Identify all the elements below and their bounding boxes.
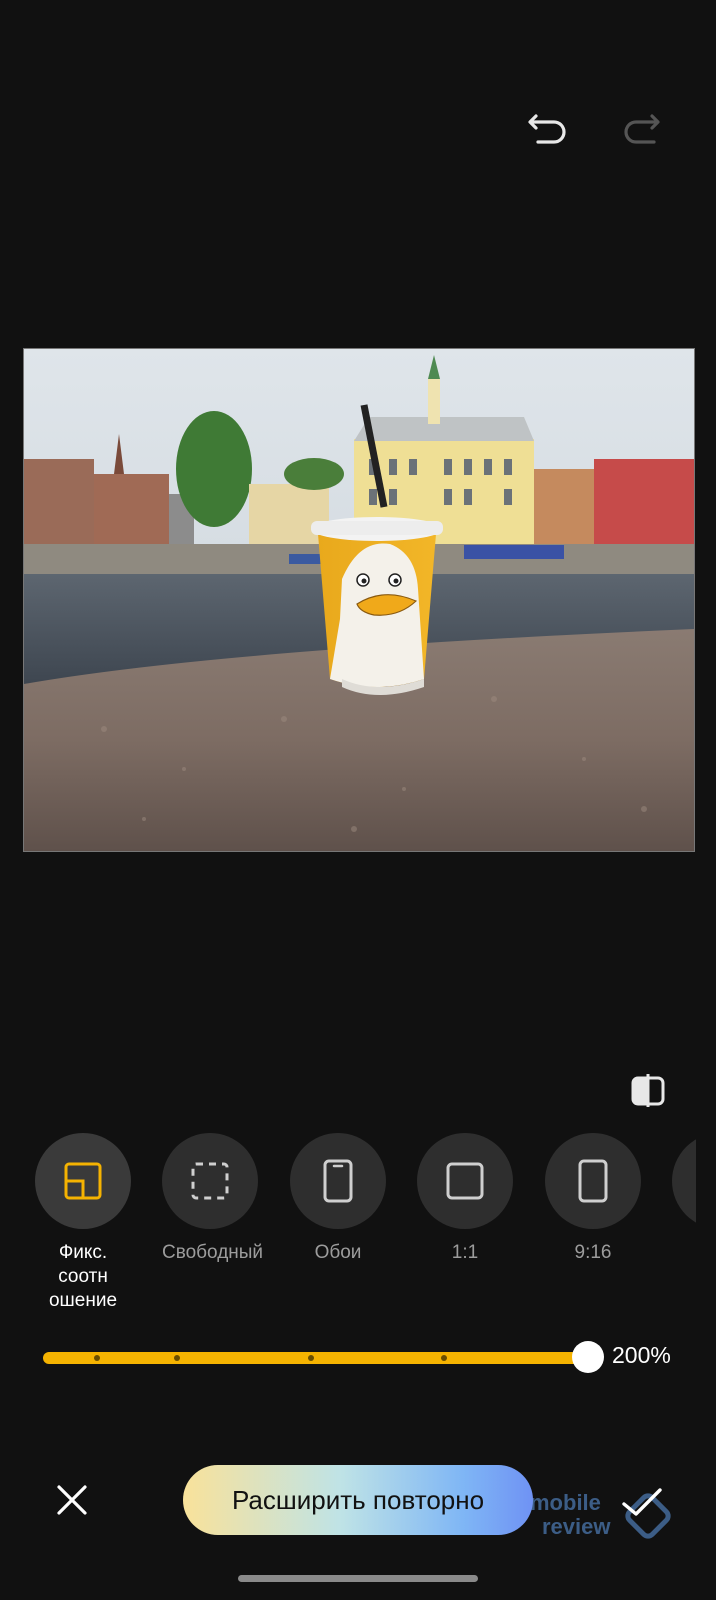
watermark-line1: mobile <box>530 1490 601 1515</box>
compare-split-icon <box>631 1074 665 1107</box>
option-free[interactable]: Свободный <box>162 1133 264 1265</box>
option-fixed-ratio-circle[interactable] <box>35 1133 131 1229</box>
option-9-16-circle[interactable] <box>545 1133 641 1229</box>
portrait-rect-icon <box>578 1159 608 1203</box>
redo-button[interactable] <box>622 108 666 148</box>
zoom-slider-knob[interactable] <box>572 1341 604 1373</box>
fixed-ratio-icon <box>64 1162 102 1200</box>
option-next-circle[interactable] <box>672 1133 696 1229</box>
watermark-line2: review <box>542 1514 611 1539</box>
option-wallpaper[interactable]: Обои <box>290 1133 386 1265</box>
slider-tick <box>308 1355 314 1361</box>
option-1-1[interactable]: 1:1 <box>417 1133 513 1265</box>
option-wallpaper-circle[interactable] <box>290 1133 386 1229</box>
zoom-value: 200% <box>612 1342 671 1368</box>
option-9-16-label: 9:16 <box>574 1242 612 1263</box>
zoom-slider-track[interactable] <box>43 1352 588 1364</box>
slider-tick <box>94 1355 100 1361</box>
option-next-partial[interactable] <box>672 1133 696 1229</box>
free-crop-icon <box>191 1162 229 1200</box>
home-indicator[interactable] <box>238 1575 478 1582</box>
close-icon <box>57 1485 87 1515</box>
photo-image <box>24 349 694 851</box>
square-icon <box>446 1162 484 1200</box>
zoom-slider[interactable] <box>43 1341 604 1373</box>
undo-arrow-icon <box>528 114 566 144</box>
confirm-button[interactable] <box>620 1482 664 1522</box>
option-9-16[interactable]: 9:16 <box>545 1133 641 1265</box>
undo-button[interactable] <box>528 108 572 148</box>
option-1-1-circle[interactable] <box>417 1133 513 1229</box>
option-free-label: Свободный <box>162 1242 264 1263</box>
slider-tick <box>441 1355 447 1361</box>
phone-wallpaper-icon <box>323 1159 353 1203</box>
expand-again-button[interactable]: Расширить повторно <box>183 1465 533 1535</box>
option-1-1-label: 1:1 <box>451 1242 479 1263</box>
redo-arrow-icon <box>624 114 660 144</box>
option-fixed-ratio-label: Фикс. соотн ошение <box>48 1242 118 1311</box>
check-icon <box>622 1488 662 1516</box>
edited-photo[interactable] <box>23 348 695 852</box>
cancel-button[interactable] <box>54 1482 90 1518</box>
option-free-circle[interactable] <box>162 1133 258 1229</box>
compare-button[interactable] <box>628 1072 668 1108</box>
slider-tick <box>174 1355 180 1361</box>
option-fixed-ratio[interactable]: Фикс. соотн ошение <box>35 1133 131 1313</box>
option-wallpaper-label: Обои <box>314 1242 362 1263</box>
